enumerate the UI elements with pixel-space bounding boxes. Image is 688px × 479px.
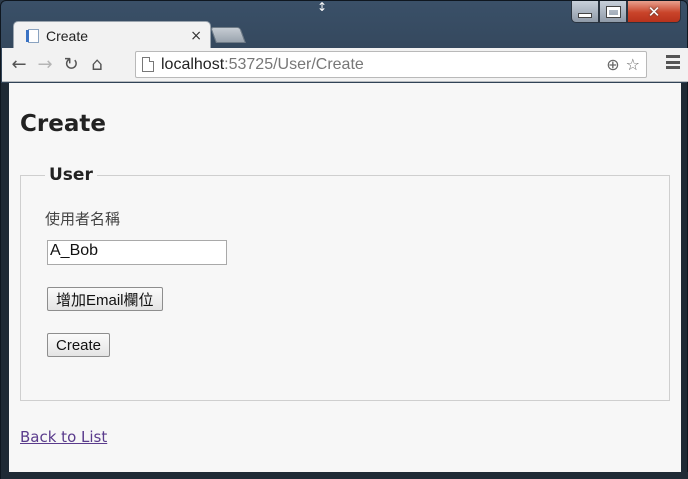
new-tab-button[interactable] <box>210 27 246 43</box>
tab-close-icon[interactable]: × <box>190 28 202 44</box>
tab-create[interactable]: Create × <box>13 21 211 49</box>
zoom-icon[interactable]: ⊕ <box>606 55 619 74</box>
forward-arrow-icon[interactable]: → <box>32 52 58 78</box>
minimize-icon <box>579 14 591 17</box>
home-icon[interactable]: ⌂ <box>84 52 110 78</box>
page-title: Create <box>20 111 106 137</box>
resize-cursor-icon: ↕ <box>317 0 328 14</box>
reload-icon[interactable]: ↻ <box>58 52 84 78</box>
page-favicon-icon <box>26 28 40 44</box>
maximize-icon <box>606 6 620 17</box>
browser-toolbar: ← → ↻ ⌂ localhost:53725/User/Create ⊕ ☆ <box>2 48 688 82</box>
back-arrow-icon[interactable]: ← <box>6 52 32 78</box>
page-icon <box>142 57 154 72</box>
page-viewport: Create User 使用者名稱 A_Bob 增加Email欄位 Create… <box>9 83 681 472</box>
add-email-field-button[interactable]: 增加Email欄位 <box>47 287 163 311</box>
close-icon: ✕ <box>647 2 661 21</box>
back-to-list-link[interactable]: Back to List <box>20 428 107 446</box>
maximize-button[interactable] <box>599 1 627 23</box>
url-host: localhost <box>161 55 225 73</box>
username-input[interactable]: A_Bob <box>47 240 227 265</box>
window-frame-left <box>1 83 9 479</box>
menu-icon[interactable] <box>666 55 680 69</box>
username-label: 使用者名稱 <box>45 210 121 228</box>
url-text[interactable]: localhost:53725/User/Create <box>161 56 606 74</box>
fieldset-legend: User <box>45 165 97 185</box>
star-icon[interactable]: ☆ <box>626 55 640 74</box>
user-fieldset: User 使用者名稱 A_Bob 增加Email欄位 Create <box>20 165 670 401</box>
window-controls: ✕ <box>571 1 681 23</box>
browser-window: ↕ ✕ Create × ← → ↻ ⌂ localhost:53725/Use… <box>0 0 688 479</box>
window-frame-bottom <box>1 472 688 479</box>
minimize-button[interactable] <box>571 1 599 23</box>
address-bar[interactable]: localhost:53725/User/Create ⊕ ☆ <box>135 51 647 78</box>
url-path: :53725/User/Create <box>224 55 364 73</box>
create-button[interactable]: Create <box>47 333 111 357</box>
close-window-button[interactable]: ✕ <box>627 1 681 23</box>
tab-title: Create <box>46 27 89 44</box>
